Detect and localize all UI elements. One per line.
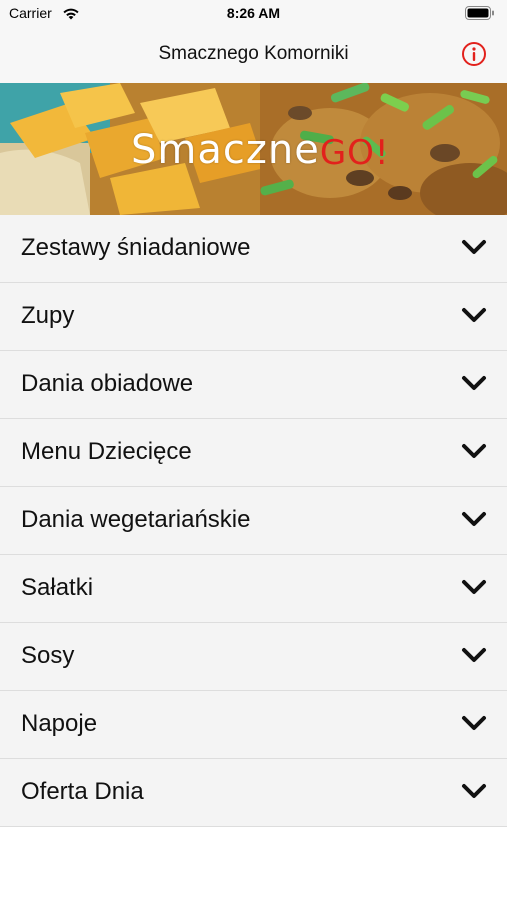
menu-item-menu-dzieciece[interactable]: Menu Dziecięce (0, 419, 507, 487)
chevron-down-icon (462, 240, 486, 254)
menu-item-label: Dania wegetariańskie (21, 506, 251, 533)
menu-item-sosy[interactable]: Sosy (0, 623, 507, 691)
menu-item-label: Dania obiadowe (21, 370, 194, 397)
menu-item-salatki[interactable]: Sałatki (0, 555, 507, 623)
chevron-down-icon (462, 716, 486, 730)
menu-item-label: Zupy (21, 302, 75, 329)
menu-item-zupy[interactable]: Zupy (0, 283, 507, 351)
chevron-down-icon (462, 512, 486, 526)
chevron-down-icon (462, 308, 486, 322)
chevron-down-icon (462, 444, 486, 458)
chevron-down-icon (462, 580, 486, 594)
menu-item-label: Oferta Dnia (21, 778, 144, 805)
logo-text: Smaczne (131, 127, 320, 173)
logo-accent-text: GO! (319, 133, 390, 173)
menu-item-label: Sałatki (21, 574, 94, 601)
info-icon[interactable] (461, 41, 487, 67)
header-banner: SmaczneGO! (0, 83, 507, 215)
page-title: Smacznego Komorniki (158, 43, 349, 64)
menu-item-label: Napoje (21, 710, 98, 737)
menu-category-list: Zestawy śniadaniowe Zupy Dania obiadowe … (0, 215, 507, 827)
menu-item-zestawy-sniadaniowe[interactable]: Zestawy śniadaniowe (0, 215, 507, 283)
menu-item-napoje[interactable]: Napoje (0, 691, 507, 759)
menu-item-label: Zestawy śniadaniowe (21, 234, 251, 261)
chevron-down-icon (462, 784, 486, 798)
menu-item-oferta-dnia[interactable]: Oferta Dnia (0, 759, 507, 827)
menu-item-dania-obiadowe[interactable]: Dania obiadowe (0, 351, 507, 419)
menu-item-label: Sosy (21, 642, 75, 669)
menu-item-label: Menu Dziecięce (21, 438, 192, 465)
brand-logo: SmaczneGO! (131, 127, 390, 177)
status-time: 8:26 AM (226, 5, 281, 21)
chevron-down-icon (462, 648, 486, 662)
battery-icon (465, 6, 494, 20)
menu-item-dania-wegetarianskie[interactable]: Dania wegetariańskie (0, 487, 507, 555)
chevron-down-icon (462, 376, 486, 390)
navigation-bar: Smacznego Komorniki (0, 26, 507, 83)
status-bar: Carrier 8:26 AM (0, 0, 507, 26)
